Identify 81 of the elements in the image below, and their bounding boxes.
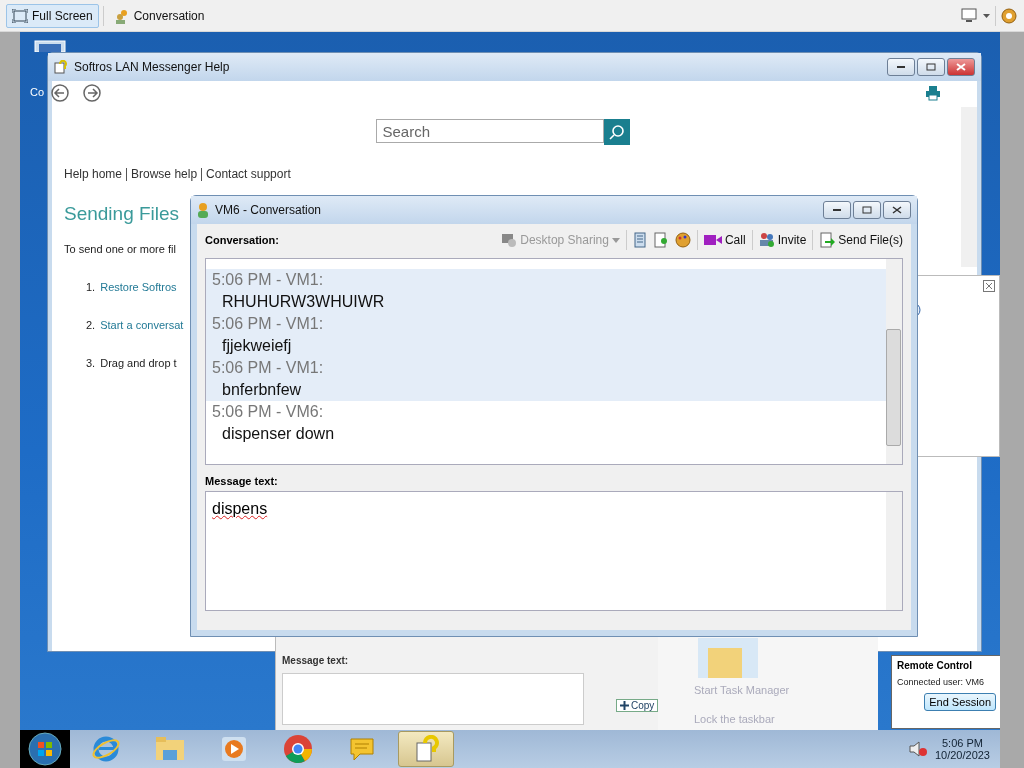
folder-icon (698, 638, 758, 678)
step-link[interactable]: Restore Softros (100, 281, 177, 293)
muted-speaker-icon[interactable] (908, 741, 927, 757)
help-icon (54, 60, 68, 74)
close-icon (892, 206, 902, 214)
popup-title: Remote Control (897, 660, 973, 671)
message-text: RHUHURW3WHUIWR (222, 292, 386, 312)
scrollbar[interactable] (886, 259, 902, 464)
search-icon (608, 124, 625, 140)
desktop-icon[interactable] (34, 40, 66, 52)
end-session-button[interactable]: End Session (924, 693, 996, 711)
notebook-icon[interactable] (632, 232, 647, 248)
popup-status: Connected user: VM6 (897, 677, 986, 687)
page-heading: Sending Files (64, 203, 180, 225)
window-title: Softros LAN Messenger Help (74, 60, 230, 74)
message-header: 5:06 PM - VM1: (212, 314, 325, 334)
message-input[interactable]: dispens (205, 491, 903, 611)
clock-date: 10/20/2023 (934, 749, 990, 761)
clock-time: 5:06 PM (942, 737, 983, 749)
add-people-icon (758, 232, 775, 248)
message-text: fjjekweiefj (222, 336, 293, 356)
print-icon[interactable] (925, 85, 941, 101)
message-header: 5:06 PM - VM6: (212, 402, 325, 422)
ghost-label: Message text: (282, 655, 349, 666)
help-link[interactable]: Browse help (131, 167, 198, 181)
step-number: 1. (86, 281, 96, 293)
intro-text: To send one or more fil (64, 243, 176, 255)
taskbar-app[interactable] (398, 731, 454, 767)
search-field[interactable]: Search (375, 119, 604, 143)
minimize-button[interactable] (887, 58, 915, 76)
toolbar-button[interactable]: Invite (758, 232, 807, 248)
close-button[interactable] (883, 201, 911, 219)
maximize-icon (926, 63, 936, 71)
step-link[interactable]: Start a conversat (100, 319, 184, 331)
message-label: Message text: (205, 475, 279, 487)
toolbar-button[interactable]: Call (703, 233, 746, 247)
send-file-icon (819, 232, 836, 248)
chrome-icon[interactable] (283, 734, 313, 764)
maximize-button[interactable] (917, 58, 945, 76)
viewer-tab[interactable]: Full Screen (6, 3, 99, 28)
drag-tag: Copy (616, 699, 659, 712)
search-button[interactable] (603, 119, 630, 145)
message-text: dispenser down (222, 424, 336, 444)
viewer-tab[interactable]: Conversation (107, 3, 211, 28)
plus-icon (620, 701, 629, 710)
window-title: VM6 - Conversation (215, 203, 322, 217)
caret-icon (611, 237, 620, 243)
monitor-icon (501, 232, 518, 248)
step-number: 3. (86, 357, 96, 369)
contact-card-icon[interactable] (652, 232, 669, 248)
minimize-button[interactable] (823, 201, 851, 219)
message-header: 5:06 PM - VM1: (212, 270, 325, 290)
forward-icon[interactable] (82, 83, 102, 103)
minimize-icon (897, 65, 905, 69)
step-text: Drag and drop t (100, 357, 177, 369)
person-icon (197, 202, 209, 218)
maximize-icon (862, 206, 872, 214)
folder-icon[interactable] (155, 736, 185, 762)
minimize-icon (833, 208, 841, 212)
back-icon[interactable] (50, 83, 70, 103)
scrollbar[interactable] (961, 107, 977, 267)
close-icon (956, 63, 966, 71)
play-icon[interactable] (220, 735, 248, 763)
people-icon (113, 7, 130, 24)
video-camera-icon (703, 234, 722, 246)
maximize-button[interactable] (853, 201, 881, 219)
close-button[interactable] (947, 58, 975, 76)
toolbar-button[interactable]: Send File(s) (819, 232, 903, 248)
message-text: bnferbnfew (222, 380, 303, 400)
fullscreen-icon (12, 8, 28, 23)
browser-icon[interactable] (91, 734, 121, 764)
gear-icon[interactable] (1000, 6, 1018, 25)
step-number: 2. (86, 319, 96, 331)
conversation-label: Conversation: (205, 234, 279, 246)
message-header: 5:06 PM - VM1: (212, 358, 325, 378)
monitor-icon[interactable] (961, 7, 991, 24)
desktop-icon-label: Co (30, 86, 45, 98)
help-link[interactable]: Contact support (206, 167, 291, 181)
help-link[interactable]: Help home (64, 167, 123, 181)
start-button[interactable] (20, 730, 70, 768)
close-icon[interactable] (983, 280, 995, 292)
